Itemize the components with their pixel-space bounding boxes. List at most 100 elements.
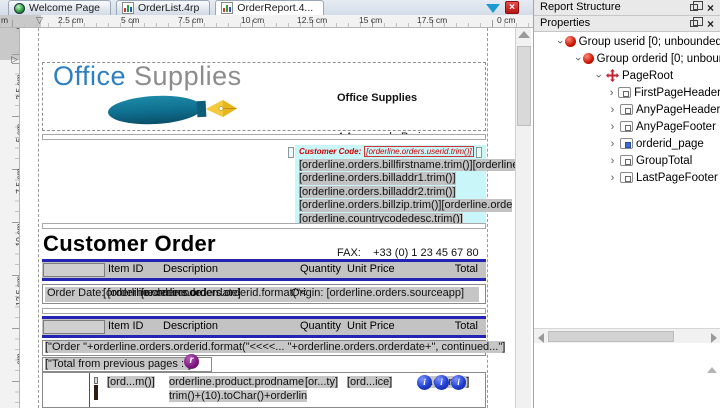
- column-header[interactable]: Total: [455, 320, 478, 332]
- column-header[interactable]: Quantity: [300, 263, 341, 275]
- letterhead-band[interactable]: Office Supplies Office Supplies 4 Avenue…: [42, 62, 486, 131]
- tree-item-lastpagefooter[interactable]: › LastPageFooter: [534, 169, 720, 186]
- chevron-down-icon[interactable]: ›: [572, 57, 584, 61]
- chevron-right-icon[interactable]: ›: [608, 138, 617, 150]
- group-icon: [565, 36, 576, 47]
- customer-code-field[interactable]: Customer Code:[orderline.orders.userid.t…: [299, 147, 474, 156]
- chevron-right-icon[interactable]: ›: [608, 172, 617, 184]
- order-id-field[interactable]: [orderline.orders.orderid.format("<: [141, 287, 307, 299]
- tree-item-orderid-page[interactable]: › orderid_page: [534, 135, 720, 152]
- report-structure-tree: › OrderReport.4rp › Group userid [0; unb…: [534, 16, 720, 328]
- cell-divider: [89, 373, 90, 407]
- tree-item-group-userid[interactable]: › Group userid [0; unbounded]: [534, 33, 720, 50]
- tree-item-label: Group orderid [0; unbounded]: [597, 53, 720, 65]
- float-panel-icon[interactable]: [690, 20, 698, 27]
- report-icon: [122, 2, 134, 14]
- billing-field[interactable]: [orderline.orders.billzip.trim()][orderl…: [299, 199, 512, 211]
- close-panel-icon[interactable]: ×: [707, 17, 714, 32]
- band-separator[interactable]: [42, 308, 486, 314]
- table-header-row[interactable]: Item ID Description Quantity Unit Price …: [42, 259, 486, 281]
- chevron-down-icon[interactable]: ›: [593, 71, 605, 80]
- vertical-ruler: 0 2.5 cm 5 cm 7.5 cm 10 cm 12.5 cm cm ▷: [0, 28, 20, 408]
- tab-label: OrderList.4rp: [138, 2, 199, 14]
- fountain-pen-image: [107, 91, 239, 129]
- report-title[interactable]: Customer Order: [43, 231, 216, 257]
- chevron-right-icon[interactable]: ›: [608, 155, 617, 167]
- scroll-up-icon[interactable]: [518, 31, 530, 38]
- header-spacer-cell[interactable]: [43, 320, 105, 334]
- billing-field[interactable]: [orderline.orders.billaddr1.trim()]: [299, 172, 456, 184]
- ruler-label: 5 cm: [121, 15, 139, 25]
- chevron-right-icon[interactable]: ›: [608, 121, 617, 133]
- tree-item-pageroot[interactable]: › PageRoot: [534, 67, 720, 84]
- column-header[interactable]: Unit Price: [347, 320, 395, 332]
- prodname-field-line2[interactable]: trim()+(10).toChar()+orderlin: [169, 390, 307, 402]
- quantity-field[interactable]: [or...ty]: [305, 376, 338, 388]
- column-header[interactable]: Total: [455, 263, 478, 275]
- close-tab-button[interactable]: ×: [505, 1, 519, 14]
- column-header[interactable]: Description: [163, 320, 218, 332]
- billing-field[interactable]: [orderline.orders.billfirstname.trim()][…: [299, 159, 515, 171]
- ruler-marker-icon[interactable]: ▽: [36, 15, 43, 26]
- unit-price-field[interactable]: [ord...ice]: [347, 376, 392, 388]
- tree-item-label: GroupTotal: [636, 155, 692, 167]
- tab-orderlist[interactable]: OrderList.4rp: [116, 0, 210, 15]
- company-name: Office Supplies: [337, 92, 479, 105]
- tree-horizontal-scrollbar[interactable]: [534, 328, 720, 343]
- scrollbar-thumb[interactable]: [517, 46, 531, 126]
- userid-field[interactable]: [orderline.orders.userid.trim()]: [364, 146, 473, 157]
- prodname-field-line1[interactable]: orderline.product.prodname.: [169, 376, 307, 388]
- order-date-row[interactable]: Order Date: [orderline.orders.orderdate]…: [42, 284, 486, 304]
- chevron-right-icon[interactable]: ›: [608, 104, 617, 116]
- canvas-vertical-scrollbar[interactable]: [515, 28, 531, 408]
- report-designer-window: Welcome Page OrderList.4rp OrderReport.4…: [0, 0, 720, 408]
- info-icon[interactable]: i: [417, 375, 432, 390]
- selection-handle[interactable]: [288, 147, 294, 158]
- page-left-edge: [38, 28, 39, 408]
- ruler-label: 17.5 cm: [417, 15, 447, 25]
- scroll-left-icon[interactable]: [538, 333, 544, 343]
- tree-item-label: orderid_page: [636, 138, 704, 150]
- tree-item-label: FirstPageHeader: [634, 87, 720, 99]
- tab-orderreport[interactable]: OrderReport.4...: [215, 0, 324, 15]
- tree-item-group-orderid[interactable]: › Group orderid [0; unbounded]: [534, 50, 720, 67]
- selection-handle[interactable]: [476, 147, 482, 158]
- column-header[interactable]: Item ID: [108, 263, 143, 275]
- chevron-down-icon[interactable]: ›: [554, 40, 566, 44]
- total-previous-field[interactable]: ["Total from previous pages :"]: [45, 358, 191, 370]
- header-spacer-cell[interactable]: [43, 263, 105, 277]
- order-header-row[interactable]: ["Order "+orderline.orders.orderid.forma…: [42, 340, 486, 356]
- tree-item-anypageheader[interactable]: › AnyPageHeader: [534, 101, 720, 118]
- table-header-row[interactable]: Item ID Description Quantity Unit Price …: [42, 316, 486, 338]
- float-panel-icon[interactable]: [690, 4, 698, 11]
- tab-list-dropdown-icon[interactable]: [486, 4, 500, 13]
- tab-welcome-page[interactable]: Welcome Page: [8, 0, 111, 15]
- group-icon: [583, 53, 594, 64]
- detail-band[interactable]: [ord...m()] orderline.product.prodname. …: [42, 372, 486, 408]
- billing-field[interactable]: [orderline.orders.billaddr2.trim()]: [299, 186, 456, 198]
- chevron-right-icon[interactable]: ›: [608, 87, 615, 99]
- tree-item-grouptotal[interactable]: › GroupTotal: [534, 152, 720, 169]
- tree-item-firstpageheader[interactable]: › FirstPageHeader: [534, 84, 720, 101]
- ruler-marker-icon[interactable]: ▷: [11, 54, 18, 65]
- order-header-field[interactable]: ["Order "+orderline.orders.orderid.forma…: [45, 341, 505, 353]
- column-header[interactable]: Item ID: [108, 320, 143, 332]
- column-header[interactable]: Description: [163, 263, 218, 275]
- info-icon[interactable]: i: [451, 375, 466, 390]
- report-design-canvas[interactable]: Office Supplies Office Supplies 4 Avenue…: [20, 28, 515, 408]
- scrollbar-thumb[interactable]: [548, 331, 674, 342]
- column-header[interactable]: Unit Price: [347, 263, 395, 275]
- band-separator[interactable]: [42, 223, 486, 229]
- band-separator[interactable]: [42, 134, 486, 140]
- origin-field[interactable]: Origin: [orderline.orders.sourceapp]: [291, 287, 464, 299]
- report-variable-icon[interactable]: r: [184, 354, 199, 369]
- column-header[interactable]: Quantity: [300, 320, 341, 332]
- close-panel-icon[interactable]: ×: [707, 1, 714, 16]
- info-icon[interactable]: i: [434, 375, 449, 390]
- tree-item-label: Group userid [0; unbounded]: [579, 36, 720, 48]
- scroll-right-icon[interactable]: [711, 333, 717, 343]
- pin-icon[interactable]: [93, 377, 99, 401]
- scroll-up-icon[interactable]: [707, 367, 717, 373]
- item-id-field[interactable]: [ord...m()]: [107, 376, 155, 388]
- tree-item-anypagefooter[interactable]: › AnyPageFooter: [534, 118, 720, 135]
